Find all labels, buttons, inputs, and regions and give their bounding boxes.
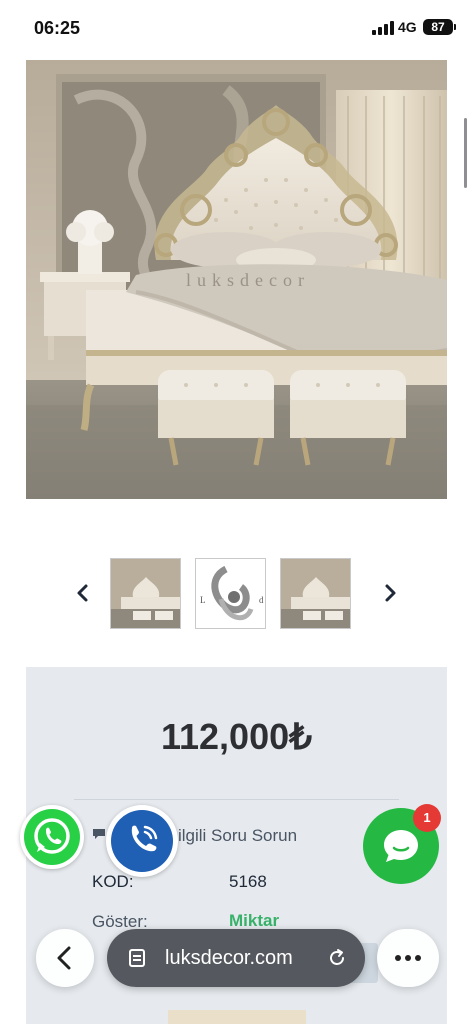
- product-main-image[interactable]: luksdecor: [26, 60, 447, 499]
- bed-photo: luksdecor: [26, 60, 447, 499]
- whatsapp-button[interactable]: [20, 805, 84, 869]
- thumbnail-caption-left: L: [200, 595, 206, 605]
- thumbnail-carousel: L d: [0, 555, 473, 631]
- browser-back-button[interactable]: [36, 929, 94, 987]
- thumbnail-1[interactable]: [110, 558, 181, 629]
- address-bar[interactable]: luksdecor.com: [107, 929, 365, 987]
- call-button[interactable]: [106, 805, 178, 877]
- scroll-indicator: [464, 118, 467, 188]
- thumbnail-2[interactable]: L d: [195, 558, 266, 629]
- status-bar: 06:25 4G 87: [0, 0, 473, 56]
- add-to-cart-strip: [168, 1010, 306, 1024]
- page-settings-icon[interactable]: [127, 948, 147, 968]
- quantity-label[interactable]: Miktar: [229, 911, 279, 931]
- product-price: 112,000₺: [160, 716, 313, 757]
- url-text: luksdecor.com: [165, 947, 293, 969]
- thumbnail-caption-right: d: [259, 595, 264, 605]
- divider: [74, 799, 399, 800]
- more-options-button[interactable]: [377, 929, 439, 987]
- chat-bubble-icon: [92, 827, 106, 839]
- battery-indicator: 87: [423, 19, 456, 35]
- phone-icon: [111, 810, 173, 872]
- chevron-left-icon: [57, 946, 71, 970]
- whatsapp-icon: [24, 809, 80, 865]
- thumbnail-3[interactable]: [280, 558, 351, 629]
- code-value: 5168: [229, 872, 267, 891]
- code-label: KOD:: [92, 872, 134, 891]
- signal-icon: [372, 21, 394, 35]
- ask-question-link[interactable]: ilgili Soru Sorun: [178, 826, 297, 846]
- chat-notification-badge: 1: [413, 804, 441, 832]
- network-type: 4G: [398, 19, 417, 35]
- more-icon: [395, 955, 421, 961]
- status-time: 06:25: [34, 18, 81, 38]
- chevron-left-icon[interactable]: [73, 583, 93, 603]
- chevron-right-icon[interactable]: [380, 583, 400, 603]
- image-watermark: luksdecor: [186, 270, 310, 290]
- reload-icon[interactable]: [327, 948, 347, 968]
